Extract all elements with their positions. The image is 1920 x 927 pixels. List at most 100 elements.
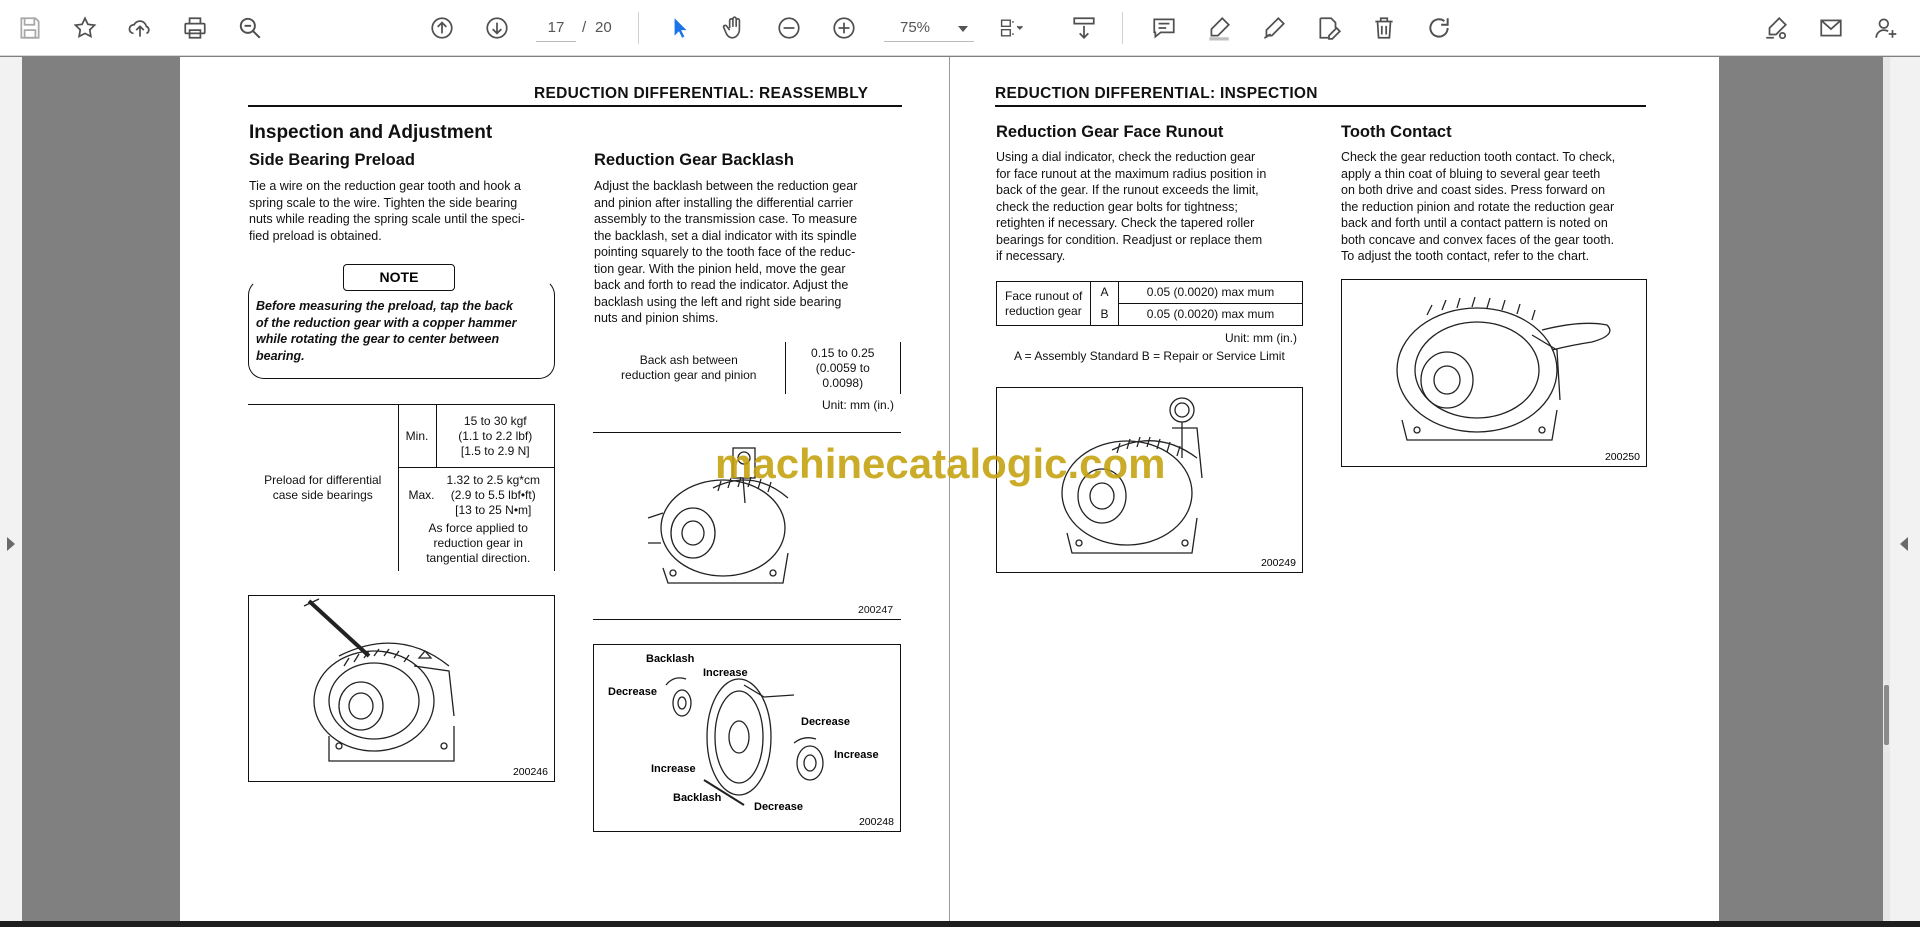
- backlash-label: Back ash between reduction gear and pini…: [593, 342, 786, 394]
- unit-label: Unit: mm (in.): [1225, 331, 1297, 345]
- max-cell: Max. 1.32 to 2.5 kg*cm (2.9 to 5.5 lbf•f…: [397, 467, 555, 571]
- zoom-value: 75%: [900, 19, 931, 36]
- text-line: spring scale to the wire. Tighten the si…: [249, 195, 518, 210]
- text-line: back of the gear. If the runout exceeds …: [996, 183, 1259, 197]
- text-line: tangential direction.: [426, 550, 531, 565]
- expand-left-icon[interactable]: [7, 537, 15, 551]
- text-line: apply a thin coat of bluing to several g…: [1341, 166, 1601, 181]
- subsection-title: Side Bearing Preload: [249, 151, 415, 169]
- redo-icon[interactable]: [1421, 10, 1457, 46]
- text-line: backlash using the left and right side b…: [594, 294, 842, 309]
- text-line: 0.15 to 0.25: [811, 345, 875, 360]
- zoom-out-icon[interactable]: [771, 10, 807, 46]
- email-icon[interactable]: [1813, 10, 1849, 46]
- note-text: Before measuring the preload, tap the ba…: [256, 298, 516, 364]
- text-line: while rotating the gear to center betwee…: [256, 332, 500, 346]
- edit-text-icon[interactable]: [1311, 10, 1347, 46]
- text-line: on both drive and coast sides. Press for…: [1341, 183, 1606, 197]
- save-icon[interactable]: [12, 10, 48, 46]
- text-line: (0.0059 to: [815, 360, 870, 375]
- row-b-value: 0.05 (0.0020) max mum: [1118, 303, 1303, 326]
- backlash-spec-table: Back ash between reduction gear and pini…: [593, 342, 901, 394]
- runout-text: Using a dial indicator, check the reduct…: [996, 149, 1266, 265]
- text-line: Before measuring the preload, tap the ba…: [256, 299, 514, 313]
- subsection-title: Reduction Gear Face Runout: [996, 123, 1224, 141]
- figure-number: 200250: [1604, 451, 1640, 463]
- sign-icon[interactable]: [1758, 10, 1794, 46]
- text-line: Adjust the backlash between the reductio…: [594, 179, 858, 193]
- page-left: REDUCTION DIFFERENTIAL: REASSEMBLY Inspe…: [180, 57, 949, 921]
- differential-illustration: [303, 598, 455, 762]
- text-line: (1.1 to 2.2 lbf): [458, 428, 533, 443]
- toolbar-divider: [1122, 12, 1123, 44]
- decrease-label: Decrease: [754, 801, 803, 813]
- select-cursor-icon[interactable]: [662, 10, 698, 46]
- text-line: reduction gear and pinion: [621, 368, 757, 382]
- legend-label: A = Assembly Standard B = Repair or Serv…: [1014, 349, 1285, 363]
- max-label: Max.: [408, 487, 435, 502]
- text-line: tion gear. With the pinion held, move th…: [594, 261, 846, 276]
- right-panel-toggle[interactable]: [1890, 57, 1920, 921]
- page-header: REDUCTION DIFFERENTIAL: INSPECTION: [995, 85, 1318, 102]
- toolbar-divider: [638, 12, 639, 44]
- comment-icon[interactable]: [1146, 10, 1182, 46]
- text-line: 15 to 30 kgf: [463, 413, 527, 428]
- text-line: Preload for differential: [264, 472, 382, 487]
- text-line: retighten if necessary. Check the tapere…: [996, 216, 1255, 230]
- text-line: 1.32 to 2.5 kg*cm: [446, 472, 540, 487]
- text-line: To adjust the tooth contact, refer to th…: [1341, 249, 1590, 263]
- subsection-title: Tooth Contact: [1341, 123, 1452, 141]
- text-line: Tie a wire on the reduction gear tooth a…: [249, 179, 521, 193]
- subsection-title: Reduction Gear Backlash: [594, 151, 794, 169]
- expand-right-icon[interactable]: [1900, 537, 1908, 551]
- text-line: As force applied to: [428, 520, 528, 535]
- header-rule: [248, 105, 902, 107]
- highlight-pen-icon[interactable]: [1201, 10, 1237, 46]
- vertical-scrollbar[interactable]: [1883, 57, 1890, 921]
- draw-icon[interactable]: [1256, 10, 1292, 46]
- page-down-icon[interactable]: [479, 10, 515, 46]
- bookmark-star-icon[interactable]: [67, 10, 103, 46]
- page-up-icon[interactable]: [424, 10, 460, 46]
- zoom-select[interactable]: 75%: [884, 14, 974, 42]
- hand-pan-icon[interactable]: [716, 10, 752, 46]
- chevron-down-icon: [958, 26, 968, 32]
- text-line: back and forth until a contact pattern i…: [1341, 216, 1608, 230]
- row-a-value: 0.05 (0.0020) max mum: [1118, 281, 1303, 304]
- tooth-contact-illustration: [1396, 296, 1611, 441]
- page-fit-icon[interactable]: [994, 10, 1030, 46]
- figure-number: 200247: [858, 604, 894, 616]
- page-number-input[interactable]: 17: [536, 14, 576, 42]
- text-line: check the reduction gear bolts for tight…: [996, 199, 1238, 214]
- backlash-value: 0.15 to 0.25 (0.0059 to 0.0098): [784, 342, 901, 394]
- text-line: assembly to the transmission case. To me…: [594, 212, 858, 226]
- delete-icon[interactable]: [1366, 10, 1402, 46]
- left-panel-toggle[interactable]: [0, 57, 22, 921]
- backlash-label: Backlash: [646, 653, 695, 665]
- print-icon[interactable]: [177, 10, 213, 46]
- text-line: Face runout of: [1005, 288, 1083, 303]
- upload-icon[interactable]: [122, 10, 158, 46]
- unit-label: Unit: mm (in.): [822, 398, 894, 412]
- text-line: and pinion after installing the differen…: [594, 195, 853, 210]
- text-line: the reduction pinion and rotate the redu…: [1341, 199, 1615, 214]
- side-bearing-text: Tie a wire on the reduction gear tooth a…: [249, 178, 525, 244]
- figure-number: 200246: [512, 766, 548, 778]
- text-line: pointing squarely to the tooth face of t…: [594, 245, 856, 259]
- zoom-in-icon[interactable]: [826, 10, 862, 46]
- text-line: Back ash between: [639, 353, 738, 367]
- text-line: both concave and convex faces of the gea…: [1341, 232, 1615, 247]
- text-line: case side bearings: [272, 487, 373, 502]
- row-a-label: A: [1090, 281, 1119, 304]
- scrollbar-thumb[interactable]: [1884, 685, 1889, 745]
- increase-label: Increase: [703, 667, 748, 679]
- add-user-icon[interactable]: [1868, 10, 1904, 46]
- backlash-label: Backlash: [673, 792, 722, 804]
- text-line: reduction gear in: [433, 535, 523, 550]
- text-line: if necessary.: [996, 249, 1066, 263]
- text-line: 0.0098): [822, 375, 864, 390]
- runout-spec-table: Face runout of reduction gear A 0.05 (0.…: [996, 281, 1303, 326]
- zoom-search-icon[interactable]: [232, 10, 268, 46]
- scroll-mode-icon[interactable]: [1066, 10, 1102, 46]
- text-line: bearings for condition. Readjust or repl…: [996, 232, 1263, 247]
